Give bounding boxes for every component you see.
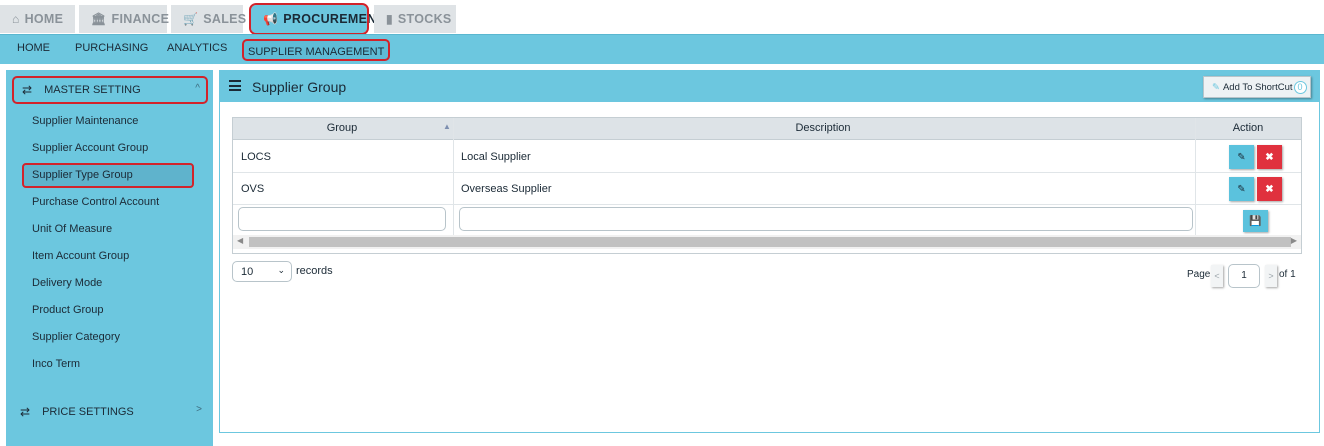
subnav-purchasing[interactable]: PURCHASING: [75, 42, 148, 54]
sidebar-item-delivery-mode[interactable]: Delivery Mode: [32, 277, 102, 289]
cell-description: Overseas Supplier: [461, 183, 552, 195]
new-description-input[interactable]: [459, 207, 1193, 231]
tab-label: HOME: [24, 12, 64, 26]
sidebar-item-unit-of-measure[interactable]: Unit Of Measure: [32, 223, 112, 235]
menu-icon[interactable]: [229, 80, 241, 91]
delete-button[interactable]: ✖: [1257, 145, 1282, 169]
price-settings-label: PRICE SETTINGS: [42, 406, 134, 418]
scroll-thumb[interactable]: [249, 237, 1291, 247]
shortcut-count-badge: 0: [1293, 80, 1307, 94]
shortcut-label: Add To ShortCut: [1222, 81, 1293, 93]
sidebar-item-supplier-maintenance[interactable]: Supplier Maintenance: [32, 115, 138, 127]
sub-navigation: HOME PURCHASING ANALYTICS SUPPLIER MANAG…: [0, 34, 1324, 64]
cell-description: Local Supplier: [461, 151, 531, 163]
tab-procurement[interactable]: 📢 PROCUREMENT: [249, 3, 384, 35]
column-header-action: Action: [1232, 122, 1264, 134]
cart-icon: 🛒: [183, 12, 199, 26]
column-header-group[interactable]: Group: [233, 122, 451, 134]
exchange-icon: ⇄: [20, 405, 31, 419]
sort-asc-icon[interactable]: ▲: [443, 122, 451, 131]
tab-home[interactable]: ⌂ HOME: [0, 5, 75, 33]
page-size-select[interactable]: 10 ⌄: [232, 261, 292, 282]
sidebar-item-supplier-account-group[interactable]: Supplier Account Group: [32, 142, 148, 154]
table-row[interactable]: OVS Overseas Supplier ✎ ✖: [233, 173, 1301, 205]
next-page-button[interactable]: >: [1265, 265, 1277, 287]
subnav-home[interactable]: HOME: [17, 42, 50, 54]
save-icon: 💾: [1249, 215, 1262, 227]
new-group-input[interactable]: [238, 207, 446, 231]
module-tab-bar: ⌂ HOME 🏛 FINANCE 🛒 SALES 📢 PROCUREMENT ▮ STOC…: [0, 0, 1324, 35]
tab-stocks[interactable]: ▮ STOCKS: [374, 5, 456, 33]
bank-icon: 🏛: [91, 12, 107, 26]
delete-button[interactable]: ✖: [1257, 177, 1282, 201]
grid-header: Group ▲ Description Action: [233, 118, 1301, 140]
close-icon: ✖: [1265, 151, 1274, 163]
close-icon: ✖: [1265, 183, 1274, 195]
subnav-analytics[interactable]: ANALYTICS: [167, 42, 227, 54]
sidebar-item-supplier-category[interactable]: Supplier Category: [32, 331, 120, 343]
cell-group: OVS: [241, 183, 265, 195]
chevron-right-icon: >: [196, 404, 202, 415]
sidebar-item-purchase-control-account[interactable]: Purchase Control Account: [32, 196, 159, 208]
edit-button[interactable]: ✎: [1229, 145, 1254, 169]
edit-icon: ✎: [1237, 151, 1246, 163]
master-setting-toggle[interactable]: ⇄ MASTER SETTING ^: [12, 76, 208, 104]
tab-label: STOCKS: [397, 12, 452, 26]
tab-finance[interactable]: 🏛 FINANCE: [79, 5, 170, 33]
home-icon: ⌂: [12, 12, 20, 26]
page-number-input[interactable]: 1: [1228, 264, 1260, 288]
tab-label: PROCUREMENT: [283, 12, 385, 26]
sidebar: ⇄ MASTER SETTING ^ Supplier Maintenance …: [6, 70, 213, 446]
pagination: Page < 1 > of 1: [1187, 264, 1299, 288]
supplier-group-grid: Group ▲ Description Action LOCS Local Su…: [232, 117, 1302, 254]
sidebar-item-item-account-group[interactable]: Item Account Group: [32, 250, 129, 262]
chevron-right-icon: >: [1268, 271, 1274, 281]
supplier-group-panel: Supplier Group ✎ Add To ShortCut 0 Group…: [219, 70, 1320, 433]
panel-header: Supplier Group ✎ Add To ShortCut 0: [220, 71, 1319, 102]
prev-page-button[interactable]: <: [1211, 265, 1223, 287]
records-label: records: [296, 265, 333, 277]
price-settings-toggle[interactable]: ⇄ PRICE SETTINGS >: [12, 400, 208, 424]
chevron-left-icon: <: [1214, 271, 1220, 281]
column-header-description[interactable]: Description: [453, 122, 1193, 134]
sidebar-item-product-group[interactable]: Product Group: [32, 304, 104, 316]
sidebar-item-supplier-type-group[interactable]: Supplier Type Group: [22, 163, 194, 188]
scroll-left-icon[interactable]: ◀: [237, 236, 243, 245]
page-label: Page: [1187, 269, 1211, 280]
table-row[interactable]: LOCS Local Supplier ✎ ✖: [233, 141, 1301, 173]
cell-group: LOCS: [241, 151, 271, 163]
page-title: Supplier Group: [252, 79, 347, 95]
page-total-label: of 1: [1279, 269, 1296, 280]
chevron-up-icon: ^: [195, 83, 200, 94]
master-setting-label: MASTER SETTING: [44, 84, 141, 96]
exchange-icon: ⇄: [22, 83, 33, 97]
add-to-shortcut-button[interactable]: ✎ Add To ShortCut 0: [1203, 76, 1311, 98]
scroll-right-icon[interactable]: ▶: [1291, 236, 1297, 245]
megaphone-icon: 📢: [263, 12, 279, 26]
pin-icon: ✎: [1212, 81, 1220, 93]
edit-icon: ✎: [1237, 183, 1246, 195]
tab-sales[interactable]: 🛒 SALES: [171, 5, 247, 33]
edit-button[interactable]: ✎: [1229, 177, 1254, 201]
bar-chart-icon: ▮: [386, 12, 393, 26]
save-button[interactable]: 💾: [1243, 210, 1268, 232]
horizontal-scrollbar[interactable]: ◀ ▶: [233, 235, 1301, 249]
chevron-down-icon: ⌄: [277, 265, 285, 275]
page-size-value: 10: [241, 265, 254, 278]
tab-label: FINANCE: [111, 12, 170, 26]
subnav-supplier-management[interactable]: SUPPLIER MANAGEMENT: [242, 39, 391, 61]
sidebar-item-inco-term[interactable]: Inco Term: [32, 358, 80, 370]
tab-label: SALES: [203, 12, 247, 26]
